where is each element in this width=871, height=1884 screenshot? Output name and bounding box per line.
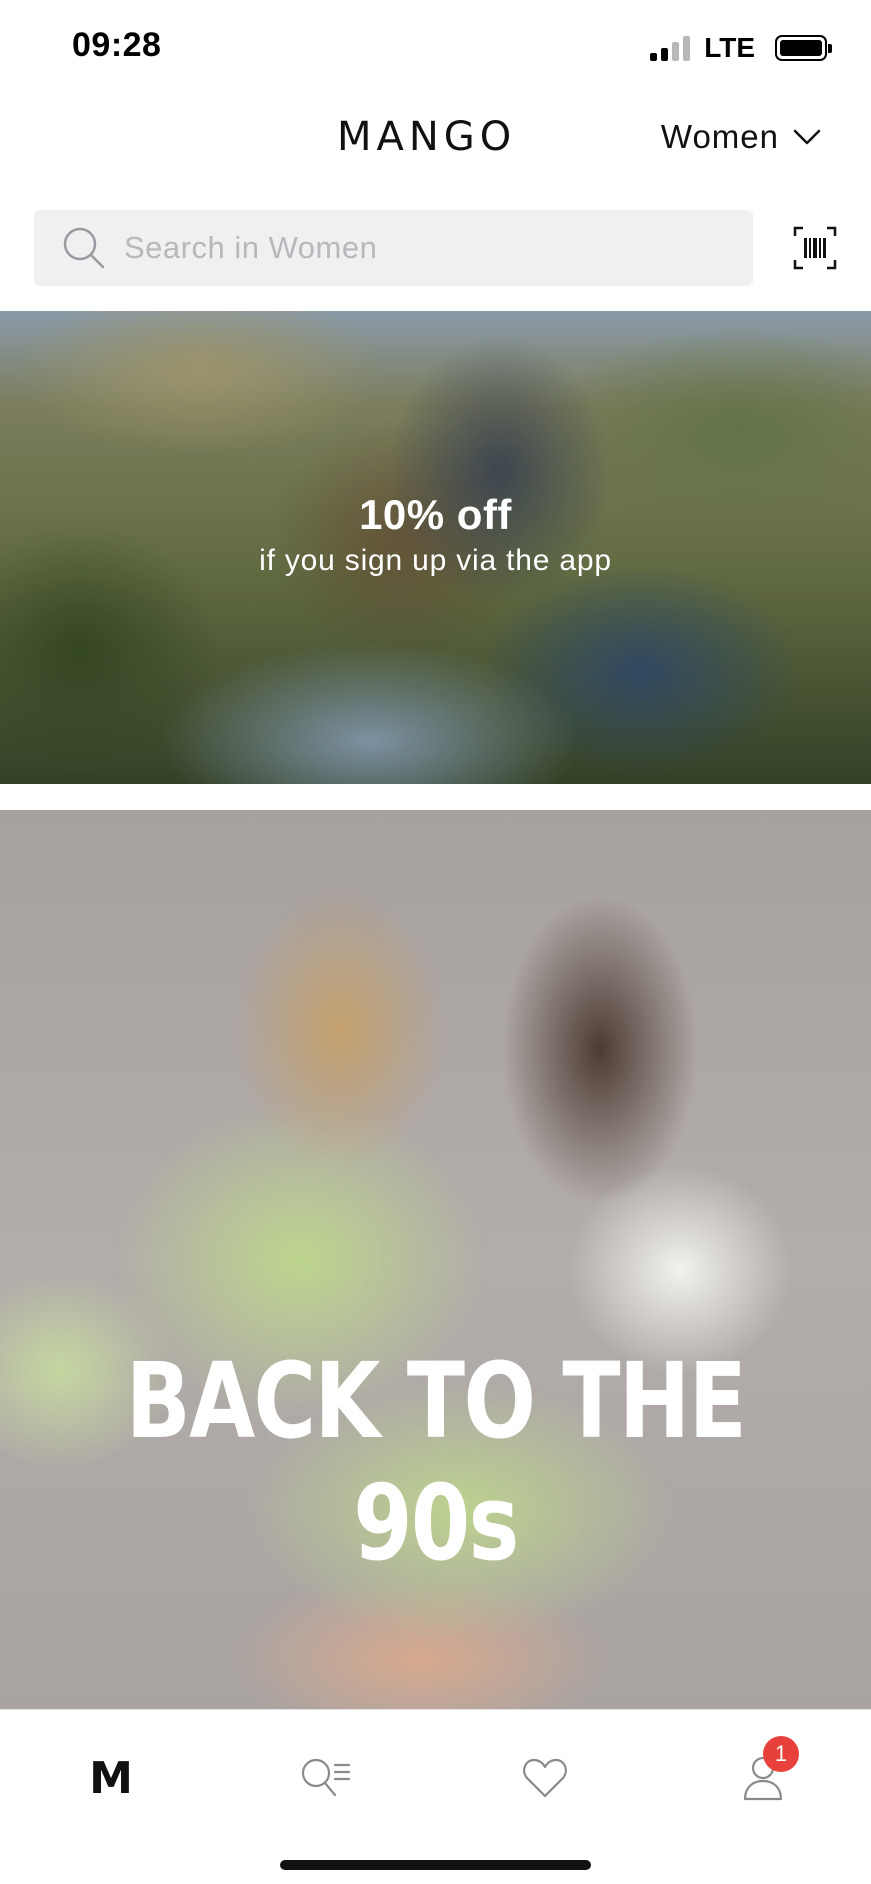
search-icon	[63, 227, 105, 269]
search-input[interactable]	[124, 230, 704, 266]
promo-banner[interactable]: 10% off if you sign up via the app	[0, 311, 871, 784]
tab-wishlist[interactable]	[515, 1748, 575, 1808]
promo-subtitle: if you sign up via the app	[259, 544, 612, 577]
tab-home[interactable]: M	[80, 1748, 140, 1808]
search-row	[0, 210, 871, 288]
network-type: LTE	[704, 32, 755, 63]
tab-search[interactable]	[296, 1748, 356, 1808]
status-indicators: LTE	[650, 32, 832, 64]
campaign-title: BACK TO THE 90s	[125, 1340, 747, 1584]
bottom-tab-bar: M 1	[0, 1709, 871, 1884]
section-selector[interactable]: Women	[661, 118, 821, 156]
search-box[interactable]	[34, 210, 753, 286]
promo-title: 10% off	[359, 491, 512, 538]
status-time: 09:28	[72, 26, 162, 64]
mango-home-icon: M	[89, 1752, 133, 1804]
brand-logo[interactable]: MANGO	[337, 114, 516, 160]
tab-account[interactable]: 1	[733, 1736, 799, 1808]
signal-icon	[650, 35, 691, 61]
heart-icon	[523, 1758, 567, 1798]
notification-badge: 1	[763, 1736, 799, 1772]
chevron-down-icon	[793, 129, 821, 145]
status-bar: 09:28 LTE	[0, 0, 871, 96]
battery-icon	[775, 35, 832, 61]
app-header: MANGO Women	[0, 96, 871, 184]
campaign-banner[interactable]: BACK TO THE 90s	[0, 810, 871, 1709]
home-indicator	[280, 1860, 591, 1870]
barcode-scan-icon[interactable]	[793, 226, 837, 270]
search-list-icon	[301, 1758, 351, 1797]
section-label: Women	[660, 118, 779, 155]
